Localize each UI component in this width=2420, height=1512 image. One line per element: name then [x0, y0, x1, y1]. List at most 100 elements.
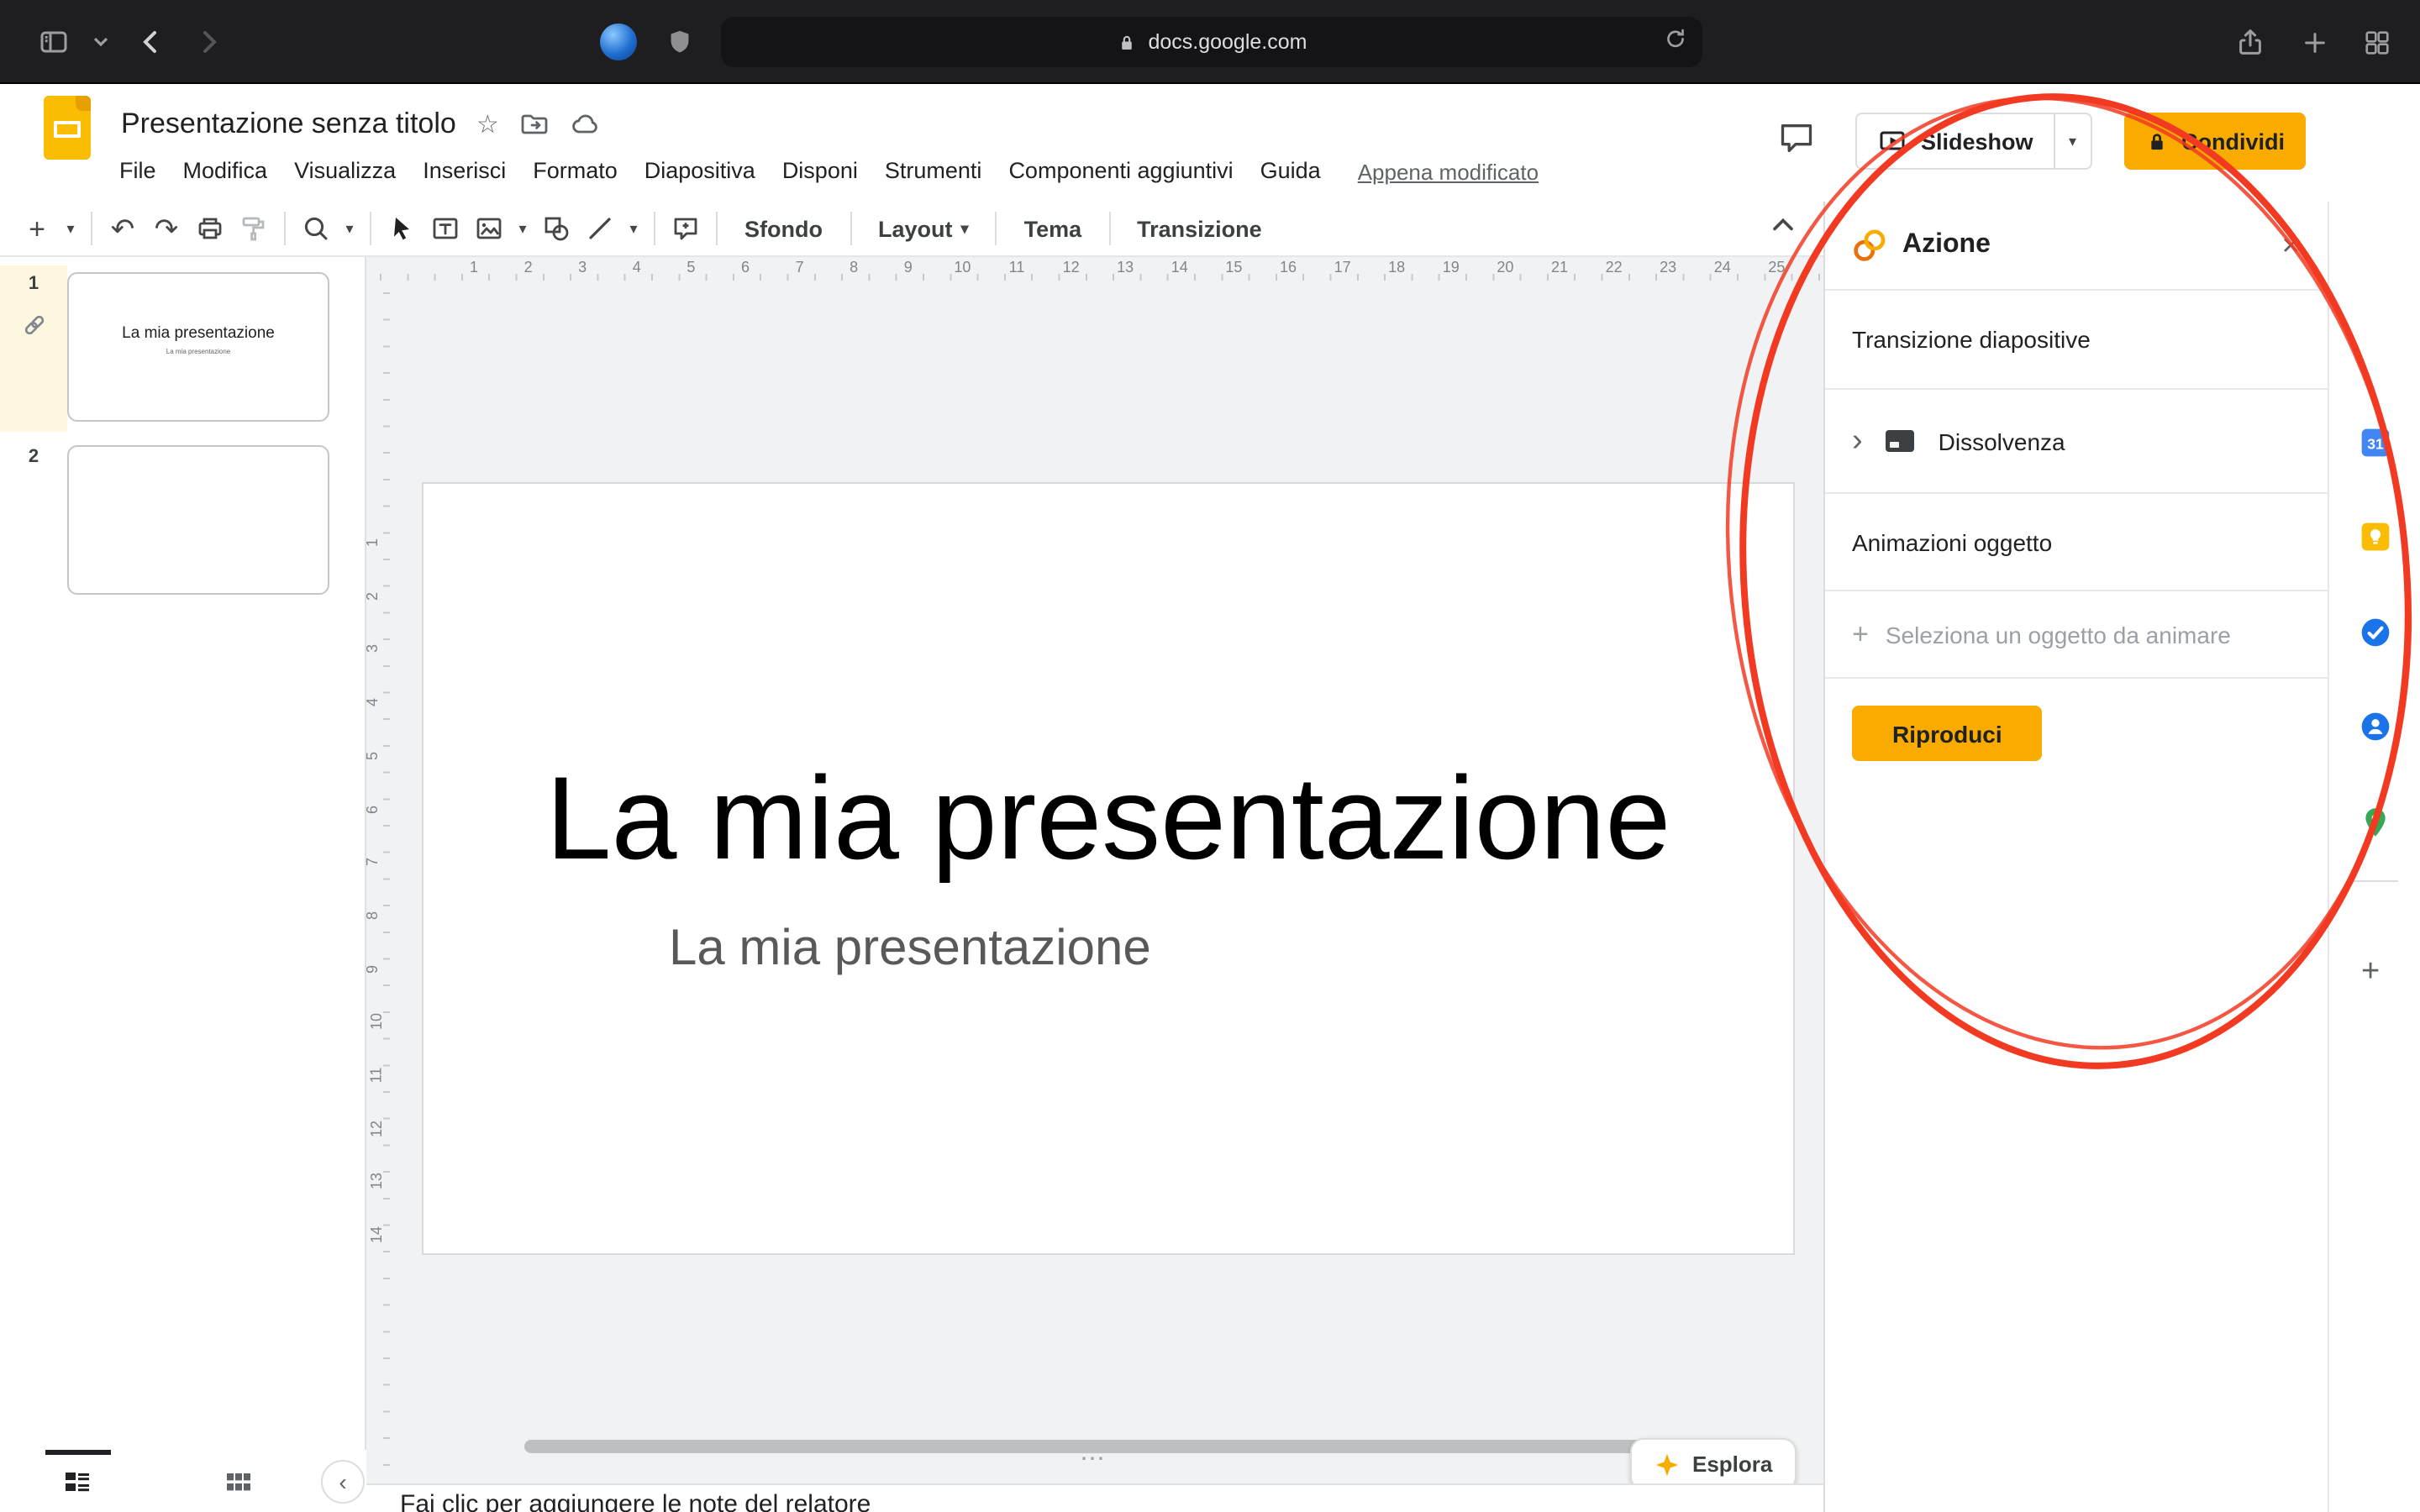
menu-strumenti[interactable]: Strumenti: [871, 151, 996, 192]
move-folder-icon[interactable]: [519, 109, 550, 139]
select-tool-button[interactable]: [381, 208, 422, 249]
menu-componenti-aggiuntivi[interactable]: Componenti aggiuntivi: [995, 151, 1246, 192]
menu-visualizza[interactable]: Visualizza: [281, 151, 409, 192]
print-button[interactable]: [190, 208, 230, 249]
extension-icon[interactable]: [600, 24, 637, 60]
slide-2-thumbnail[interactable]: [67, 445, 329, 595]
zoom-button[interactable]: [296, 208, 336, 249]
cloud-status-icon[interactable]: [570, 109, 600, 139]
contacts-icon[interactable]: [2358, 709, 2393, 744]
h-ruler-number: 10: [954, 259, 971, 276]
app-header: Presentazione senza titolo ☆ FileModific…: [0, 84, 2420, 202]
background-button[interactable]: Sfondo: [728, 208, 839, 249]
play-button[interactable]: Riproduci: [1852, 706, 2043, 761]
slides-logo-icon[interactable]: [44, 96, 91, 160]
close-panel-icon[interactable]: ✕: [2281, 231, 2301, 260]
new-tab-icon[interactable]: [2294, 22, 2334, 62]
notes-placeholder: Fai clic per aggiungere le note del rela…: [400, 1490, 1823, 1512]
insert-shape-button[interactable]: [536, 208, 576, 249]
url-bar[interactable]: docs.google.com: [721, 17, 1702, 67]
v-ruler: 1234567891011121314: [366, 282, 393, 1483]
slideshow-caret[interactable]: ▾: [2054, 114, 2091, 168]
calendar-icon[interactable]: 31: [2358, 425, 2393, 460]
text-box-button[interactable]: [425, 208, 466, 249]
share-button[interactable]: Condividi: [2124, 113, 2305, 170]
thumbnail-title: La mia presentazione: [69, 324, 328, 343]
menu-formato[interactable]: Formato: [519, 151, 631, 192]
menu-diapositiva[interactable]: Diapositiva: [631, 151, 769, 192]
redo-button[interactable]: ↷: [146, 208, 187, 249]
insert-line-button[interactable]: [580, 208, 620, 249]
h-ruler-number: 6: [741, 259, 750, 276]
slide-canvas[interactable]: La mia presentazione La mia presentazion…: [422, 482, 1795, 1255]
svg-text:31: 31: [2367, 436, 2384, 453]
document-title[interactable]: Presentazione senza titolo: [121, 108, 456, 141]
tasks-icon[interactable]: [2358, 615, 2393, 650]
menu-inserisci[interactable]: Inserisci: [409, 151, 519, 192]
menu-modifica[interactable]: Modifica: [170, 151, 281, 192]
menu-guida[interactable]: Guida: [1247, 151, 1334, 192]
transition-value: Dissolvenza: [1939, 428, 2065, 454]
collapse-filmstrip-button[interactable]: ‹: [321, 1460, 365, 1504]
add-animation-row[interactable]: + Seleziona un oggetto da animare: [1825, 591, 2328, 679]
v-ruler-number: 12: [368, 1120, 385, 1137]
star-icon[interactable]: ☆: [476, 109, 499, 139]
transition-button[interactable]: Transizione: [1120, 208, 1279, 249]
zoom-caret[interactable]: ▾: [339, 208, 360, 249]
share-icon[interactable]: [2230, 22, 2270, 62]
explore-button[interactable]: Esplora: [1630, 1438, 1796, 1490]
new-slide-caret[interactable]: ▾: [60, 208, 81, 249]
slide-subtitle-text[interactable]: La mia presentazione: [669, 921, 1151, 978]
h-ruler-number: 23: [1660, 259, 1676, 276]
filmstrip: 1 La mia presentazione La mia presentazi…: [0, 257, 366, 1512]
back-icon[interactable]: [131, 22, 171, 62]
transition-row[interactable]: › Dissolvenza: [1825, 390, 2328, 494]
insert-comment-button[interactable]: [666, 208, 706, 249]
motion-panel: Azione ✕ Transizione diapositive › Disso…: [1823, 202, 2328, 1512]
insert-image-button[interactable]: [469, 208, 509, 249]
grid-view-icon[interactable]: [224, 1467, 254, 1497]
reload-icon[interactable]: [1662, 25, 1689, 52]
h-ruler-number: 5: [687, 259, 695, 276]
shield-icon[interactable]: [659, 22, 699, 62]
lock-icon: [2144, 129, 2170, 154]
fade-transition-icon: [1883, 425, 1918, 457]
undo-button[interactable]: ↶: [103, 208, 143, 249]
slide-1-number[interactable]: 1: [0, 274, 67, 294]
sidebar-toggle-icon[interactable]: [34, 22, 74, 62]
filmstrip-footer: ‹: [0, 1450, 366, 1512]
paint-format-button[interactable]: [234, 208, 274, 249]
tab-overview-icon[interactable]: [2356, 22, 2396, 62]
slide-transition-section[interactable]: Transizione diapositive: [1825, 291, 2328, 390]
slide-1-thumbnail[interactable]: La mia presentazione La mia presentazion…: [67, 272, 329, 422]
collapse-toolbar-icon[interactable]: [1766, 208, 1800, 242]
object-animations-section[interactable]: Animazioni oggetto: [1825, 494, 2328, 591]
filmstrip-view-icon[interactable]: [62, 1467, 92, 1497]
slide-title-text[interactable]: La mia presentazione: [424, 751, 1793, 885]
last-edit-link[interactable]: Appena modificato: [1358, 159, 1539, 184]
menu-file[interactable]: File: [106, 151, 170, 192]
theme-button[interactable]: Tema: [1007, 208, 1099, 249]
new-slide-button[interactable]: +: [17, 208, 57, 249]
logo-slide: [54, 121, 81, 138]
notes-splitter-handle[interactable]: ⋯: [1065, 1448, 1119, 1472]
comment-history-icon[interactable]: [1778, 119, 1815, 156]
h-ruler-number: 11: [1009, 259, 1025, 276]
plus-icon: +: [1852, 620, 1869, 648]
get-addons-icon[interactable]: +: [2361, 954, 2380, 991]
h-ruler-number: 14: [1171, 259, 1188, 276]
slide-2-number[interactable]: 2: [0, 447, 67, 467]
maps-icon[interactable]: [2358, 805, 2393, 840]
menu-disponi[interactable]: Disponi: [769, 151, 871, 192]
slideshow-button[interactable]: Slideshow ▾: [1855, 113, 2092, 170]
layout-button[interactable]: Layout▾: [861, 208, 986, 249]
line-caret[interactable]: ▾: [623, 208, 644, 249]
keep-icon[interactable]: [2358, 519, 2393, 554]
chevron-down-icon[interactable]: [81, 22, 121, 62]
image-caret[interactable]: ▾: [513, 208, 533, 249]
expand-transition-icon[interactable]: ›: [1852, 425, 1863, 457]
object-animations-label: Animazioni oggetto: [1852, 528, 2052, 555]
screen: docs.google.com Presentazione senza tito…: [0, 0, 2420, 1512]
share-label: Condividi: [2181, 129, 2285, 154]
speaker-notes[interactable]: Fai clic per aggiungere le note del rela…: [366, 1483, 1823, 1512]
